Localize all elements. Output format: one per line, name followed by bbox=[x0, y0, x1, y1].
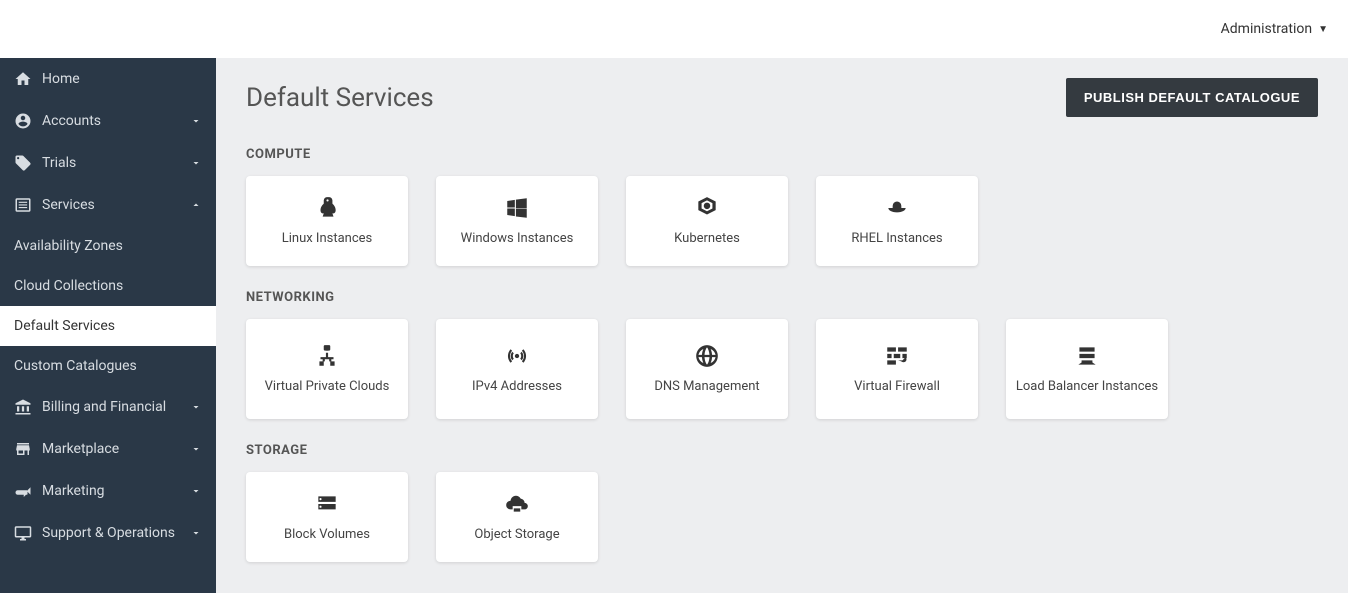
section-storage: STORAGE Block Volumes Object Storage bbox=[246, 443, 1318, 562]
sidebar-item-home[interactable]: Home bbox=[0, 58, 216, 100]
bank-icon bbox=[14, 398, 32, 416]
chevron-down-icon bbox=[190, 527, 202, 539]
chevron-down-icon bbox=[190, 485, 202, 497]
section-compute: COMPUTE Linux Instances Windows Instance… bbox=[246, 147, 1318, 266]
section-title: NETWORKING bbox=[246, 290, 1318, 305]
sidebar-item-support[interactable]: Support & Operations bbox=[0, 512, 216, 554]
card-label: Block Volumes bbox=[284, 527, 370, 544]
sidebar-item-label: Support & Operations bbox=[42, 525, 202, 541]
sidebar-item-accounts[interactable]: Accounts bbox=[0, 100, 216, 142]
chevron-down-icon bbox=[190, 157, 202, 169]
sidebar-item-trials[interactable]: Trials bbox=[0, 142, 216, 184]
card-windows-instances[interactable]: Windows Instances bbox=[436, 176, 598, 266]
card-load-balancer[interactable]: Load Balancer Instances bbox=[1006, 319, 1168, 419]
sidebar-item-marketplace[interactable]: Marketplace bbox=[0, 428, 216, 470]
sidebar-item-custom-catalogues[interactable]: Custom Catalogues bbox=[0, 346, 216, 386]
main-content: Default Services PUBLISH DEFAULT CATALOG… bbox=[216, 58, 1348, 593]
card-firewall[interactable]: Virtual Firewall bbox=[816, 319, 978, 419]
linux-icon bbox=[314, 195, 340, 221]
publish-button[interactable]: PUBLISH DEFAULT CATALOGUE bbox=[1066, 78, 1318, 117]
sidebar-item-availability-zones[interactable]: Availability Zones bbox=[0, 226, 216, 266]
sidebar-item-label: Default Services bbox=[14, 318, 202, 334]
card-label: Object Storage bbox=[474, 527, 559, 544]
sidebar-item-label: Cloud Collections bbox=[14, 278, 202, 294]
sidebar: Home Accounts Trials Services Availabili… bbox=[0, 58, 216, 593]
sidebar-item-label: Accounts bbox=[42, 113, 202, 129]
section-networking: NETWORKING Virtual Private Clouds IPv4 A… bbox=[246, 290, 1318, 419]
card-label: IPv4 Addresses bbox=[472, 379, 562, 396]
card-label: Load Balancer Instances bbox=[1016, 379, 1158, 396]
topbar: Administration ▼ bbox=[0, 0, 1348, 58]
sidebar-item-label: Marketing bbox=[42, 483, 202, 499]
caret-down-icon: ▼ bbox=[1318, 24, 1328, 35]
card-label: RHEL Instances bbox=[851, 231, 942, 248]
megaphone-icon bbox=[14, 482, 32, 500]
chevron-down-icon bbox=[190, 443, 202, 455]
card-dns[interactable]: DNS Management bbox=[626, 319, 788, 419]
card-label: Windows Instances bbox=[461, 231, 574, 248]
sidebar-item-label: Marketplace bbox=[42, 441, 202, 457]
card-block-volumes[interactable]: Block Volumes bbox=[246, 472, 408, 562]
sidebar-item-billing[interactable]: Billing and Financial bbox=[0, 386, 216, 428]
page-header: Default Services PUBLISH DEFAULT CATALOG… bbox=[246, 78, 1318, 117]
card-label: Linux Instances bbox=[282, 231, 373, 248]
sidebar-item-label: Availability Zones bbox=[14, 238, 202, 254]
globe-icon bbox=[694, 343, 720, 369]
sidebar-item-label: Trials bbox=[42, 155, 202, 171]
load-balancer-icon bbox=[1074, 343, 1100, 369]
windows-icon bbox=[504, 195, 530, 221]
page-title: Default Services bbox=[246, 83, 434, 113]
monitor-icon bbox=[14, 524, 32, 542]
broadcast-icon bbox=[504, 343, 530, 369]
sidebar-item-label: Billing and Financial bbox=[42, 399, 202, 415]
card-linux-instances[interactable]: Linux Instances bbox=[246, 176, 408, 266]
tag-icon bbox=[14, 154, 32, 172]
sidebar-item-label: Home bbox=[42, 71, 202, 87]
card-rhel-instances[interactable]: RHEL Instances bbox=[816, 176, 978, 266]
chevron-down-icon bbox=[190, 401, 202, 413]
card-label: Virtual Private Clouds bbox=[265, 379, 390, 396]
kubernetes-icon bbox=[694, 195, 720, 221]
user-circle-icon bbox=[14, 112, 32, 130]
sidebar-item-label: Services bbox=[42, 197, 202, 213]
layers-icon bbox=[14, 196, 32, 214]
card-vpc[interactable]: Virtual Private Clouds bbox=[246, 319, 408, 419]
admin-label: Administration bbox=[1221, 21, 1312, 37]
card-ipv4[interactable]: IPv4 Addresses bbox=[436, 319, 598, 419]
hat-icon bbox=[884, 195, 910, 221]
sidebar-item-services[interactable]: Services bbox=[0, 184, 216, 226]
card-label: DNS Management bbox=[654, 379, 759, 396]
card-row: Virtual Private Clouds IPv4 Addresses DN… bbox=[246, 319, 1318, 419]
card-label: Virtual Firewall bbox=[854, 379, 940, 396]
cloud-storage-icon bbox=[504, 491, 530, 517]
sidebar-item-label: Custom Catalogues bbox=[14, 358, 202, 374]
card-row: Linux Instances Windows Instances Kubern… bbox=[246, 176, 1318, 266]
card-row: Block Volumes Object Storage bbox=[246, 472, 1318, 562]
home-icon bbox=[14, 70, 32, 88]
section-title: STORAGE bbox=[246, 443, 1318, 458]
store-icon bbox=[14, 440, 32, 458]
card-kubernetes[interactable]: Kubernetes bbox=[626, 176, 788, 266]
disk-icon bbox=[314, 491, 340, 517]
sidebar-item-cloud-collections[interactable]: Cloud Collections bbox=[0, 266, 216, 306]
section-title: COMPUTE bbox=[246, 147, 1318, 162]
chevron-down-icon bbox=[190, 115, 202, 127]
network-icon bbox=[314, 343, 340, 369]
admin-dropdown[interactable]: Administration ▼ bbox=[1221, 21, 1328, 37]
chevron-up-icon bbox=[190, 199, 202, 211]
card-object-storage[interactable]: Object Storage bbox=[436, 472, 598, 562]
firewall-icon bbox=[884, 343, 910, 369]
card-label: Kubernetes bbox=[674, 231, 740, 248]
sidebar-item-default-services[interactable]: Default Services bbox=[0, 306, 216, 346]
sidebar-item-marketing[interactable]: Marketing bbox=[0, 470, 216, 512]
